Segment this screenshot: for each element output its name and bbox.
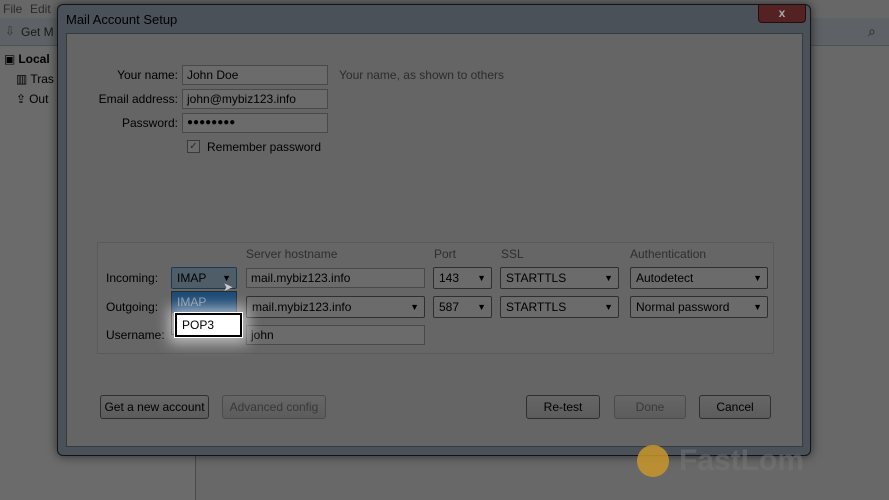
- username-label: Username:: [106, 328, 165, 342]
- folder-local[interactable]: ▣ Local: [4, 49, 50, 69]
- option-imap[interactable]: IMAP: [172, 292, 236, 313]
- header-auth: Authentication: [630, 247, 707, 261]
- coin-icon: [637, 445, 669, 477]
- get-new-account-button[interactable]: Get a new account: [100, 395, 209, 419]
- remember-password-checkbox[interactable]: ✓: [187, 140, 200, 153]
- header-hostname: Server hostname: [246, 247, 338, 261]
- folder-label: Out: [29, 92, 49, 106]
- outgoing-auth-select[interactable]: Normal password ▼: [630, 296, 768, 318]
- auth-value: Autodetect: [636, 271, 694, 285]
- mail-account-setup-dialog: Mail Account Setup x Your name: John Doe…: [57, 4, 811, 456]
- folder-label: Tras: [30, 72, 54, 86]
- header-port: Port: [434, 247, 457, 261]
- retest-button[interactable]: Re-test: [526, 395, 600, 419]
- chevron-down-icon: ▼: [604, 273, 613, 283]
- close-button[interactable]: x: [758, 5, 806, 23]
- computer-icon: ▣: [4, 52, 16, 66]
- hostname-value: mail.mybiz123.info: [252, 300, 352, 314]
- chevron-down-icon: ▼: [410, 302, 419, 312]
- ssl-value: STARTTLS: [506, 300, 567, 314]
- menu-file[interactable]: File: [3, 0, 22, 18]
- port-value: 143: [439, 271, 460, 285]
- outgoing-port-select[interactable]: 587 ▼: [433, 296, 492, 318]
- download-icon: ⇩: [5, 24, 16, 38]
- outgoing-ssl-select[interactable]: STARTTLS ▼: [500, 296, 619, 318]
- chevron-down-icon: ▼: [477, 273, 486, 283]
- chevron-down-icon: ▼: [604, 302, 613, 312]
- chevron-down-icon: ▼: [477, 302, 486, 312]
- protocol-value: IMAP: [177, 271, 207, 285]
- option-pop3[interactable]: POP3: [174, 312, 243, 338]
- trash-icon: ▥: [16, 72, 28, 86]
- outgoing-label: Outgoing:: [106, 300, 159, 314]
- email-input[interactable]: john@mybiz123.info: [182, 89, 328, 109]
- username-input[interactable]: john: [246, 325, 425, 345]
- menu-edit[interactable]: Edit: [30, 0, 51, 18]
- folder-trash[interactable]: ▥ Tras: [16, 69, 54, 89]
- server-settings-box: Server hostname Port SSL Authentication …: [97, 242, 774, 354]
- dialog-content: Your name: John Doe Your name, as shown …: [66, 33, 803, 447]
- incoming-auth-select[interactable]: Autodetect ▼: [630, 267, 768, 289]
- email-label: Email address:: [98, 92, 178, 106]
- header-ssl: SSL: [501, 247, 524, 261]
- name-input[interactable]: John Doe: [182, 65, 328, 85]
- outgoing-hostname-select[interactable]: mail.mybiz123.info ▼: [246, 296, 425, 318]
- outbox-icon: ⇪: [16, 92, 27, 106]
- incoming-label: Incoming:: [106, 271, 159, 285]
- port-value: 587: [439, 300, 460, 314]
- auth-value: Normal password: [636, 300, 730, 314]
- chevron-down-icon: ▼: [753, 302, 762, 312]
- ssl-value: STARTTLS: [506, 271, 567, 285]
- chevron-down-icon: ▼: [753, 273, 762, 283]
- folder-outbox[interactable]: ⇪ Out: [16, 89, 48, 109]
- incoming-ssl-select[interactable]: STARTTLS ▼: [500, 267, 619, 289]
- watermark-logo: FastLom: [637, 444, 804, 478]
- done-button[interactable]: Done: [614, 395, 686, 419]
- folder-label: Local: [18, 52, 50, 66]
- mouse-cursor-icon: ➤: [223, 280, 234, 294]
- watermark-text: FastLom: [679, 444, 805, 477]
- password-label: Password:: [121, 116, 178, 130]
- search-icon[interactable]: ⌕: [868, 23, 876, 40]
- cancel-button[interactable]: Cancel: [699, 395, 771, 419]
- dialog-title: Mail Account Setup: [66, 12, 178, 27]
- advanced-config-button[interactable]: Advanced config: [222, 395, 326, 419]
- password-input[interactable]: ●●●●●●●●: [182, 113, 328, 133]
- remember-password-label: Remember password: [207, 140, 322, 154]
- get-mail-button[interactable]: Get M: [21, 25, 54, 39]
- name-hint: Your name, as shown to others: [339, 68, 504, 82]
- incoming-port-select[interactable]: 143 ▼: [433, 267, 492, 289]
- name-label: Your name:: [117, 68, 178, 82]
- incoming-hostname-input[interactable]: mail.mybiz123.info: [246, 268, 425, 288]
